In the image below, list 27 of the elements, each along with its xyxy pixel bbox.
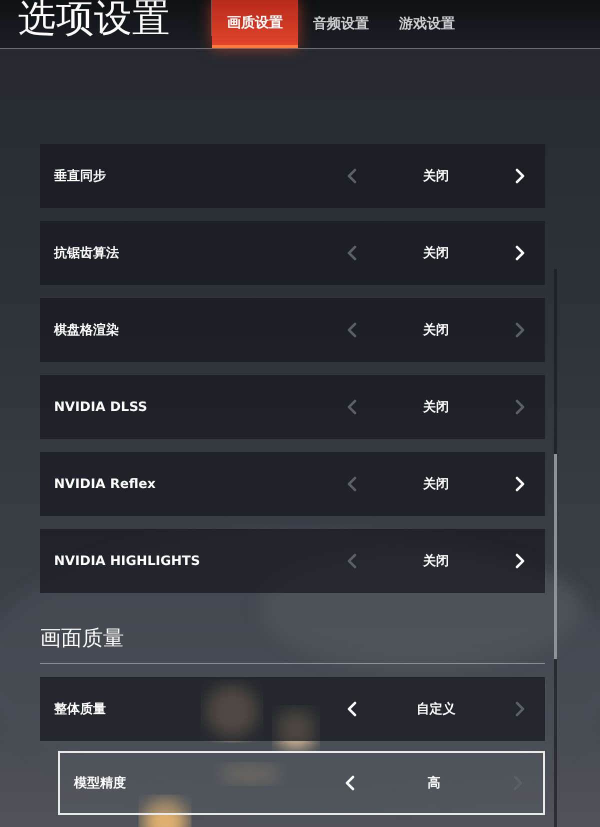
setting-value: 高	[426, 774, 442, 792]
setting-row[interactable]: NVIDIA HIGHLIGHTS 关闭	[40, 529, 545, 593]
setting-row[interactable]: 整体质量 自定义	[40, 677, 545, 741]
setting-label: 抗锯齿算法	[54, 245, 120, 262]
setting-value: 关闭	[422, 168, 450, 185]
tab[interactable]: 游戏设置	[384, 0, 470, 48]
setting-label: NVIDIA HIGHLIGHTS	[54, 554, 202, 568]
setting-label: NVIDIA Reflex	[54, 476, 157, 492]
tab[interactable]: 画质设置	[212, 0, 298, 48]
setting-value: 关闭	[422, 552, 450, 570]
setting-label: 整体质量	[54, 701, 107, 718]
setting-row[interactable]: 抗锯齿算法 关闭	[40, 221, 545, 285]
setting-value: 关闭	[422, 322, 450, 339]
setting-label: 模型精度	[74, 774, 127, 792]
setting-label: 垂直同步	[54, 168, 107, 185]
scrollbar[interactable]	[554, 269, 557, 827]
setting-value: 关闭	[422, 476, 450, 493]
tab[interactable]: 音频设置	[298, 0, 384, 48]
setting-row[interactable]: NVIDIA Reflex 关闭	[40, 452, 545, 516]
setting-value: 关闭	[422, 398, 450, 416]
setting-label: NVIDIA DLSS	[54, 400, 148, 414]
setting-value: 关闭	[422, 244, 450, 262]
setting-label: 棋盘格渲染	[54, 322, 120, 339]
setting-row[interactable]: 模型精度 高	[58, 751, 545, 815]
section-title: 画面质量	[40, 625, 125, 652]
setting-row[interactable]: 垂直同步 关闭	[40, 144, 545, 208]
setting-value: 自定义	[416, 700, 456, 718]
